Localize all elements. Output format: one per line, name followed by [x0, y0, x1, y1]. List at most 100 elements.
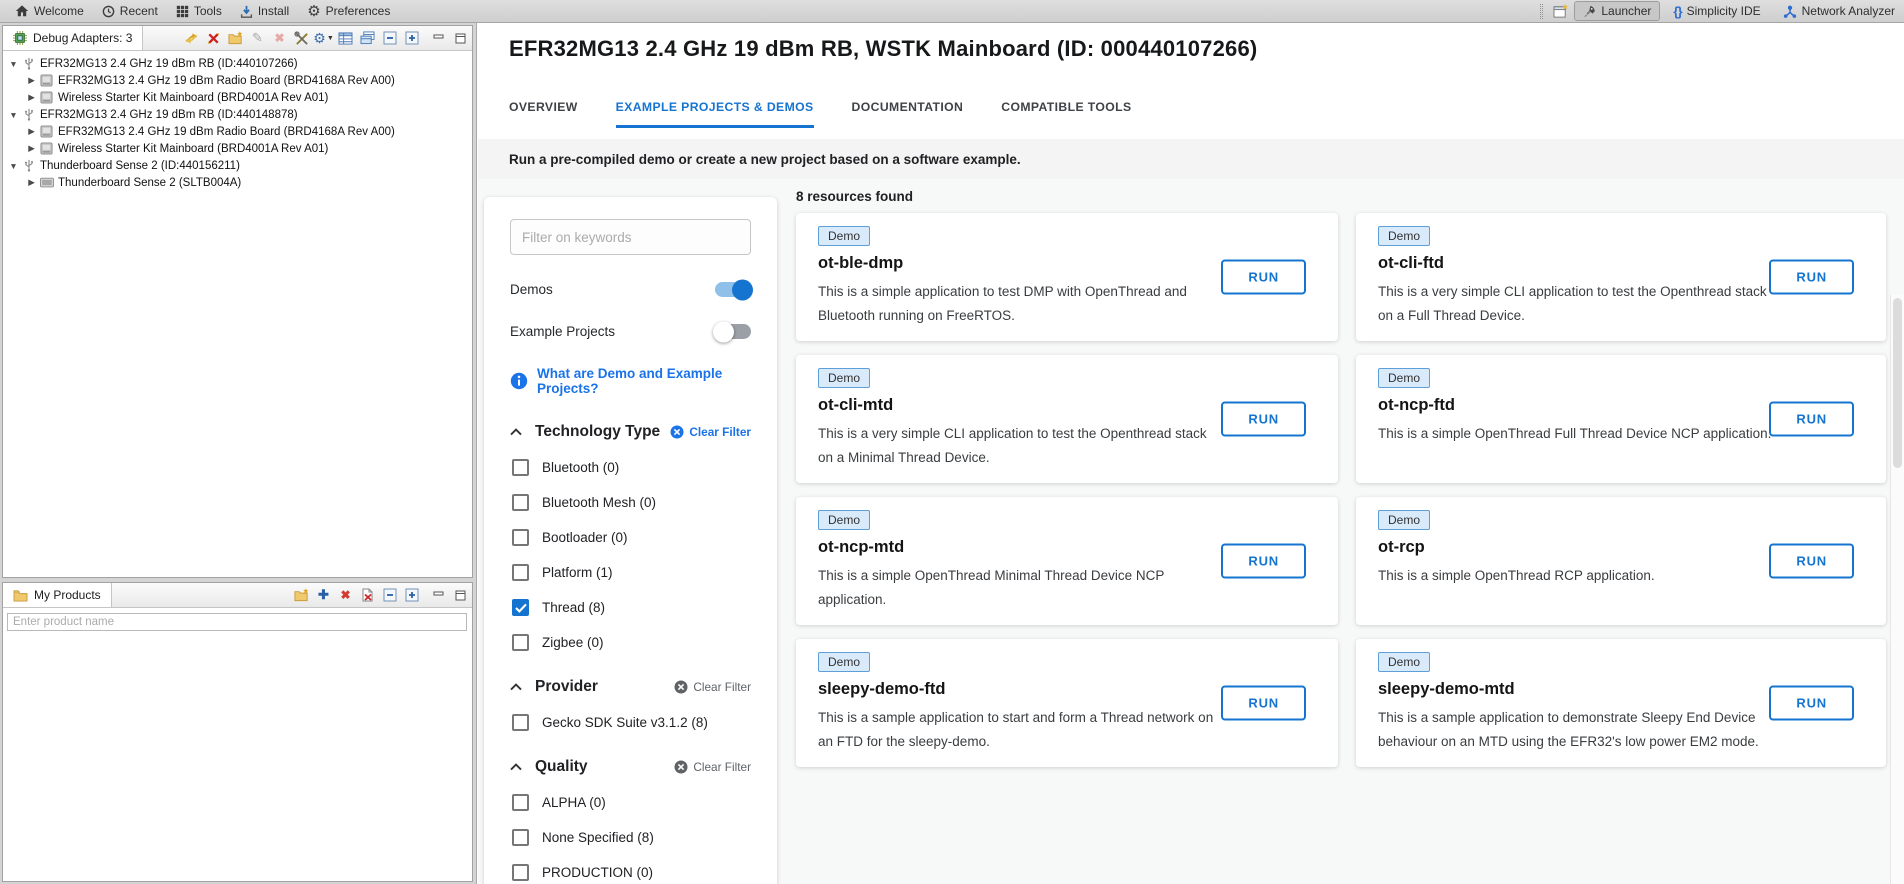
expander-icon[interactable]: ▼ [8, 110, 19, 120]
table-copy-icon[interactable] [359, 30, 376, 47]
filter-checkbox-row[interactable]: None Specified (8) [512, 829, 751, 846]
topbar-item-recent[interactable]: Recent [93, 3, 167, 19]
resource-card: Demo sleepy-demo-mtd This is a sample ap… [1356, 639, 1886, 767]
delete-product-icon[interactable]: ✖ [337, 587, 354, 604]
filter-checkbox-row[interactable]: Bluetooth Mesh (0) [512, 494, 751, 511]
tab-documentation[interactable]: DOCUMENTATION [852, 100, 964, 128]
tree-row[interactable]: ▶ EFR32MG13 2.4 GHz 19 dBm Radio Board (… [3, 123, 472, 140]
checkbox[interactable] [512, 564, 529, 581]
scrollbar-thumb[interactable] [1893, 298, 1902, 468]
tree-row[interactable]: ▶ Wireless Starter Kit Mainboard (BRD400… [3, 140, 472, 157]
demo-badge: Demo [818, 652, 870, 672]
expand-all-icon[interactable] [403, 30, 420, 47]
expander-icon[interactable]: ▼ [8, 59, 19, 69]
perspective-network-analyzer[interactable]: Network Analyzer [1774, 1, 1904, 21]
run-button[interactable]: RUN [1769, 544, 1854, 579]
table-view-icon[interactable] [337, 30, 354, 47]
chevron-up-icon[interactable] [510, 763, 522, 771]
filter-checkbox-row[interactable]: Bootloader (0) [512, 529, 751, 546]
device-tools-icon[interactable] [293, 30, 310, 47]
expander-icon[interactable]: ▶ [26, 75, 37, 86]
perspective-simplicity-ide[interactable]: { } Simplicity IDE [1664, 1, 1769, 21]
expander-icon[interactable]: ▶ [26, 143, 37, 154]
clear-filter-button[interactable]: Clear Filter [674, 760, 751, 774]
tab-overview[interactable]: OVERVIEW [509, 100, 578, 128]
minimize-icon[interactable] [430, 587, 447, 604]
results-area: 8 resources found Demo ot-ble-dmp This i… [796, 189, 1886, 767]
expander-icon[interactable]: ▶ [26, 177, 37, 188]
vertical-scrollbar[interactable] [1890, 295, 1904, 884]
tree-row[interactable]: ▼ Thunderboard Sense 2 (ID:440156211) [3, 157, 472, 174]
topbar-item-preferences[interactable]: ⚙ Preferences [298, 3, 399, 20]
keyword-filter-input[interactable] [510, 219, 751, 255]
tree-row[interactable]: ▶ EFR32MG13 2.4 GHz 19 dBm Radio Board (… [3, 72, 472, 89]
checkbox[interactable] [512, 634, 529, 651]
product-name-input[interactable] [7, 613, 467, 631]
card-description: This is a very simple CLI application to… [1378, 280, 1782, 328]
remove-file-icon[interactable] [359, 587, 376, 604]
run-button[interactable]: RUN [1769, 260, 1854, 295]
clear-filter-button[interactable]: Clear Filter [674, 680, 751, 694]
open-perspective-icon[interactable] [1552, 3, 1569, 20]
debug-adapters-tab[interactable]: Debug Adapters: 3 [3, 26, 143, 50]
what-are-demos-link[interactable]: What are Demo and Example Projects? [537, 366, 751, 396]
maximize-icon[interactable] [452, 587, 469, 604]
add-product-icon[interactable]: ✚ [315, 587, 332, 604]
expand-all-icon[interactable] [403, 587, 420, 604]
disconnect-adapter-icon[interactable] [205, 30, 222, 47]
clear-filter-button[interactable]: Clear Filter [670, 425, 751, 439]
expander-icon[interactable]: ▼ [8, 161, 19, 171]
checkbox[interactable] [512, 494, 529, 511]
topbar-item-welcome[interactable]: Welcome [6, 3, 93, 19]
expander-icon[interactable]: ▶ [26, 92, 37, 103]
checkbox[interactable] [512, 529, 529, 546]
my-products-tab[interactable]: My Products [3, 583, 112, 607]
run-button[interactable]: RUN [1221, 686, 1306, 721]
maximize-icon[interactable] [452, 30, 469, 47]
new-folder-icon[interactable] [293, 587, 310, 604]
folder-icon [13, 589, 28, 602]
filter-checkbox-row[interactable]: PRODUCTION (0) [512, 864, 751, 881]
chevron-up-icon[interactable] [510, 428, 522, 436]
clear-filter-icon [670, 425, 684, 439]
tree-row[interactable]: ▶ Wireless Starter Kit Mainboard (BRD400… [3, 89, 472, 106]
checkbox[interactable] [512, 599, 529, 616]
perspective-launcher[interactable]: Launcher [1574, 1, 1660, 21]
chevron-up-icon[interactable] [510, 683, 522, 691]
collapse-all-icon[interactable] [381, 30, 398, 47]
topbar-item-install[interactable]: Install [231, 3, 298, 19]
filter-checkbox-row[interactable]: Platform (1) [512, 564, 751, 581]
checkbox[interactable] [512, 829, 529, 846]
run-button[interactable]: RUN [1221, 402, 1306, 437]
rename-icon[interactable]: ✎ [249, 30, 266, 47]
run-button[interactable]: RUN [1221, 260, 1306, 295]
filter-checkbox-row[interactable]: ALPHA (0) [512, 794, 751, 811]
collapse-all-icon[interactable] [381, 587, 398, 604]
run-button[interactable]: RUN [1769, 402, 1854, 437]
filter-checkbox-row[interactable]: Gecko SDK Suite v3.1.2 (8) [512, 714, 751, 731]
checkbox[interactable] [512, 714, 529, 731]
toggle-switch[interactable] [715, 324, 751, 339]
filter-checkbox-row[interactable]: Bluetooth (0) [512, 459, 751, 476]
checkbox[interactable] [512, 459, 529, 476]
tab-compatible-tools[interactable]: COMPATIBLE TOOLS [1001, 100, 1131, 128]
minimize-icon[interactable] [430, 30, 447, 47]
new-group-icon[interactable] [227, 30, 244, 47]
filter-checkbox-row[interactable]: Zigbee (0) [512, 634, 751, 651]
filter-checkbox-row[interactable]: Thread (8) [512, 599, 751, 616]
filter-section-title: Technology Type [535, 423, 670, 441]
delete-icon[interactable]: ✖ [271, 30, 288, 47]
topbar-item-tools[interactable]: Tools [167, 3, 231, 19]
tree-row[interactable]: ▼ EFR32MG13 2.4 GHz 19 dBm RB (ID:440148… [3, 106, 472, 123]
connect-adapter-icon[interactable] [183, 30, 200, 47]
run-button[interactable]: RUN [1221, 544, 1306, 579]
tab-example-projects-demos[interactable]: EXAMPLE PROJECTS & DEMOS [616, 100, 814, 128]
run-button[interactable]: RUN [1769, 686, 1854, 721]
checkbox[interactable] [512, 794, 529, 811]
view-menu-icon[interactable]: ⚙▼ [315, 30, 332, 47]
toggle-switch[interactable] [715, 282, 751, 297]
tree-row[interactable]: ▼ EFR32MG13 2.4 GHz 19 dBm RB (ID:440107… [3, 55, 472, 72]
checkbox[interactable] [512, 864, 529, 881]
expander-icon[interactable]: ▶ [26, 126, 37, 137]
tree-row[interactable]: ▶ Thunderboard Sense 2 (SLTB004A) [3, 174, 472, 191]
